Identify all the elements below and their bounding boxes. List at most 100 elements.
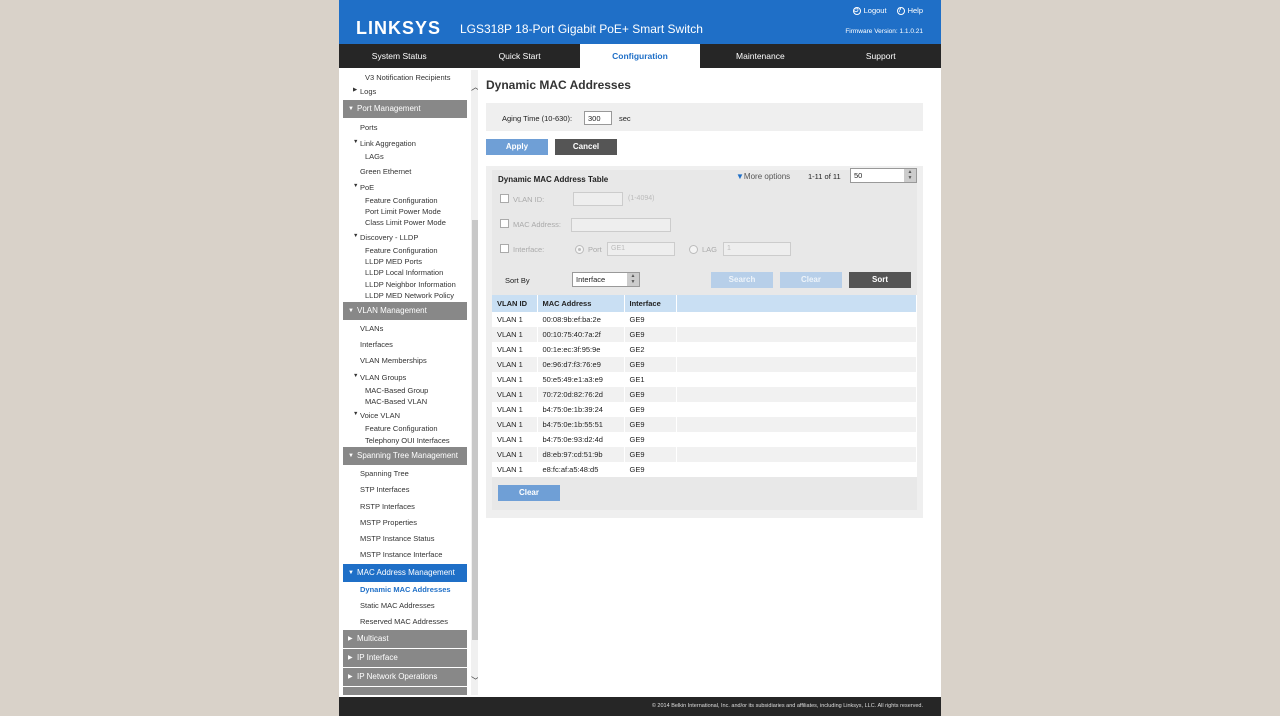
vlan-id-checkbox[interactable] <box>500 194 509 203</box>
cancel-button[interactable]: Cancel <box>555 139 617 155</box>
tab-support[interactable]: Support <box>821 44 941 68</box>
help-link[interactable]: ? Help <box>896 6 923 15</box>
sidebar-item-green-ethernet[interactable]: Green Ethernet <box>360 167 478 176</box>
sidebar-item-class-limit-power-mode[interactable]: Class Limit Power Mode <box>365 218 478 227</box>
aging-time-input[interactable]: 300 <box>584 111 612 125</box>
stepper-arrows-icon[interactable]: ▲ ▼ <box>904 169 916 182</box>
rows-per-page-value: 50 <box>854 171 863 180</box>
sidebar-item-v3-notification-recipients[interactable]: V3 Notification Recipients <box>365 73 478 82</box>
sidebar-item-interfaces[interactable]: Interfaces <box>360 340 478 349</box>
search-button[interactable]: Search <box>711 272 773 288</box>
port-select[interactable]: GE1 <box>607 242 675 256</box>
scroll-up-icon[interactable]: ︿ <box>471 80 478 92</box>
cell-mac: 70:72:0d:82:76:2d <box>537 387 625 402</box>
cell-vlan: VLAN 1 <box>492 312 538 327</box>
cell-mac: b4:75:0e:93:d2:4d <box>537 432 625 447</box>
sidebar-item-vlan-groups[interactable]: ▼ VLAN Groups <box>353 373 478 382</box>
cell-vlan: VLAN 1 <box>492 372 538 387</box>
app-frame: LINKSYS LGS318P 18-Port Gigabit PoE+ Sma… <box>339 0 941 716</box>
sidebar-item-voice-feature-configuration[interactable]: Feature Configuration <box>365 424 478 433</box>
sidebar-section-mac-address-management[interactable]: ▼ MAC Address Management <box>343 564 467 582</box>
sidebar-item-lldp-local-information[interactable]: LLDP Local Information <box>365 268 478 277</box>
mac-address-input[interactable] <box>571 218 671 232</box>
table-row[interactable]: VLAN 1 00:1e:ec:3f:95:9e GE2 <box>492 342 917 357</box>
sidebar-item-discovery-lldp[interactable]: ▼ Discovery - LLDP <box>353 233 478 242</box>
scroll-down-icon[interactable]: ﹀ <box>471 674 478 686</box>
sidebar-item-link-aggregation[interactable]: ▼ Link Aggregation <box>353 139 478 148</box>
sidebar-section-vlan-management[interactable]: ▼ VLAN Management <box>343 302 467 320</box>
col-vlan-id[interactable]: VLAN ID <box>492 295 538 312</box>
table-row[interactable]: VLAN 1 b4:75:0e:1b:39:24 GE9 <box>492 402 917 417</box>
apply-button[interactable]: Apply <box>486 139 548 155</box>
sidebar-item-ports[interactable]: Ports <box>360 123 478 132</box>
clear-filter-button[interactable]: Clear <box>780 272 842 288</box>
sidebar-section-port-management[interactable]: ▼ Port Management <box>343 100 467 118</box>
cell-interface: GE2 <box>624 342 677 357</box>
table-row[interactable]: VLAN 1 50:e5:49:e1:a3:e9 GE1 <box>492 372 917 387</box>
cell-interface: GE9 <box>624 387 677 402</box>
sidebar-item-mac-based-vlan[interactable]: MAC-Based VLAN <box>365 397 478 406</box>
sidebar-item-lldp-med-ports[interactable]: LLDP MED Ports <box>365 257 478 266</box>
sidebar-item-dynamic-mac-addresses[interactable]: Dynamic MAC Addresses <box>360 585 478 594</box>
table-row[interactable]: VLAN 1 00:08:9b:ef:ba:2e GE9 <box>492 312 917 327</box>
tab-system-status[interactable]: System Status <box>339 44 459 68</box>
interface-checkbox[interactable] <box>500 244 509 253</box>
table-row[interactable]: VLAN 1 e8:fc:af:a5:48:d5 GE9 <box>492 462 917 477</box>
sidebar-item-label: PoE <box>360 183 375 192</box>
sidebar-item-poe[interactable]: ▼ PoE <box>353 183 478 192</box>
table-row[interactable]: VLAN 1 b4:75:0e:1b:55:51 GE9 <box>492 417 917 432</box>
sidebar-item-lldp-neighbor-information[interactable]: LLDP Neighbor Information <box>365 280 478 289</box>
table-row[interactable]: VLAN 1 d8:eb:97:cd:51:9b GE9 <box>492 447 917 462</box>
sidebar-item-lags[interactable]: LAGs <box>365 152 478 161</box>
sidebar-item-spanning-tree[interactable]: Spanning Tree <box>360 469 478 478</box>
sidebar-item-vlans[interactable]: VLANs <box>360 324 478 333</box>
sidebar-item-reserved-mac-addresses[interactable]: Reserved MAC Addresses <box>360 617 478 626</box>
aging-time-panel: Aging Time (10-630): 300 sec <box>486 103 923 131</box>
sidebar-item-voice-vlan[interactable]: ▼ Voice VLAN <box>353 411 478 420</box>
tab-configuration[interactable]: Configuration <box>579 44 701 68</box>
sidebar-item-vlan-memberships[interactable]: VLAN Memberships <box>360 356 478 365</box>
mac-address-checkbox[interactable] <box>500 219 509 228</box>
cell-vlan: VLAN 1 <box>492 357 538 372</box>
clear-table-button[interactable]: Clear <box>498 485 560 501</box>
sidebar-section-spanning-tree-management[interactable]: ▼ Spanning Tree Management <box>343 447 467 465</box>
logout-link[interactable]: ⏻ Logout <box>852 6 887 15</box>
sidebar-section-ip-interface[interactable]: ▶ IP Interface <box>343 649 467 667</box>
sidebar-section-multicast[interactable]: ▶ Multicast <box>343 630 467 648</box>
sidebar-item-lldp-feature-configuration[interactable]: Feature Configuration <box>365 246 478 255</box>
sort-button[interactable]: Sort <box>849 272 911 288</box>
vlan-id-input[interactable] <box>573 192 623 206</box>
tab-quick-start[interactable]: Quick Start <box>459 44 579 68</box>
sidebar-item-label: Voice VLAN <box>360 411 401 420</box>
tab-maintenance[interactable]: Maintenance <box>700 44 820 68</box>
sidebar-item-port-limit-power-mode[interactable]: Port Limit Power Mode <box>365 207 478 216</box>
table-row[interactable]: VLAN 1 70:72:0d:82:76:2d GE9 <box>492 387 917 402</box>
sidebar-item-mstp-instance-interface[interactable]: MSTP Instance Interface <box>360 550 478 559</box>
sidebar-item-telephony-oui-interfaces[interactable]: Telephony OUI Interfaces <box>365 436 478 445</box>
sidebar-item-logs[interactable]: ▶ Logs <box>353 87 478 96</box>
sidebar-item-mac-based-group[interactable]: MAC-Based Group <box>365 386 478 395</box>
sidebar-item-stp-interfaces[interactable]: STP Interfaces <box>360 485 478 494</box>
sort-by-select[interactable]: Interface ▲ ▼ <box>572 272 640 287</box>
rows-per-page-stepper[interactable]: 50 ▲ ▼ <box>850 168 917 183</box>
col-mac-address[interactable]: MAC Address <box>537 295 625 312</box>
table-row[interactable]: VLAN 1 0e:96:d7:f3:76:e9 GE9 <box>492 357 917 372</box>
main-tabs: System Status Quick Start Configuration … <box>339 44 941 68</box>
sidebar-item-poe-feature-configuration[interactable]: Feature Configuration <box>365 196 478 205</box>
more-options-toggle[interactable]: ▼More options <box>736 172 790 181</box>
sidebar-item-rstp-interfaces[interactable]: RSTP Interfaces <box>360 502 478 511</box>
sidebar-scroll-thumb[interactable] <box>472 220 478 640</box>
sidebar-section-ip-network-operations[interactable]: ▶ IP Network Operations <box>343 668 467 686</box>
sidebar-item-lldp-med-network-policy[interactable]: LLDP MED Network Policy <box>365 291 478 300</box>
table-row[interactable]: VLAN 1 00:10:75:40:7a:2f GE9 <box>492 327 917 342</box>
sidebar-item-mstp-properties[interactable]: MSTP Properties <box>360 518 478 527</box>
sidebar-section-partial[interactable] <box>343 687 467 695</box>
port-radio[interactable] <box>575 245 584 254</box>
sidebar-item-mstp-instance-status[interactable]: MSTP Instance Status <box>360 534 478 543</box>
port-select-value: GE1 <box>611 245 626 252</box>
table-row[interactable]: VLAN 1 b4:75:0e:93:d2:4d GE9 <box>492 432 917 447</box>
col-interface[interactable]: Interface <box>624 295 677 312</box>
sidebar-item-static-mac-addresses[interactable]: Static MAC Addresses <box>360 601 478 610</box>
lag-select[interactable]: 1 <box>723 242 791 256</box>
lag-radio[interactable] <box>689 245 698 254</box>
